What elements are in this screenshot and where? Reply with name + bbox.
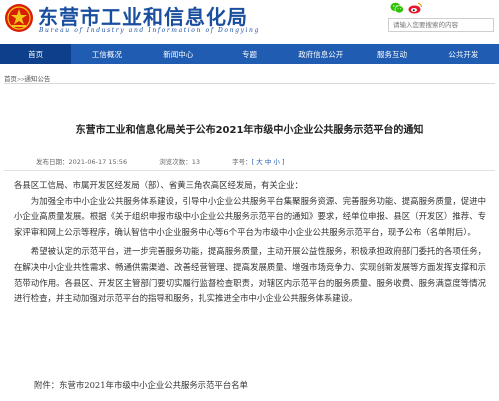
nav-item-interaction[interactable]: 服务互动	[356, 44, 427, 64]
breadcrumb-home-link[interactable]: 首页	[4, 75, 17, 83]
nav-item-public-dev[interactable]: 公共开发	[428, 44, 499, 64]
publish-date-label: 发布日期：	[36, 158, 69, 166]
publish-date: 2021-06-17 15:56	[68, 158, 128, 166]
nav-item-news[interactable]: 新闻中心	[143, 44, 214, 64]
nav-item-topics[interactable]: 专题	[214, 44, 285, 64]
article-paragraph-1: 为加强全市中小企业公共服务体系建设，引导中小企业公共服务平台集聚服务资源、完善服…	[14, 195, 486, 237]
weibo-icon[interactable]	[408, 2, 423, 14]
emblem-icon[interactable]	[4, 3, 34, 33]
wechat-icon[interactable]	[390, 2, 404, 14]
site-header: 东营市工业和信息化局 Bureau of Industry and Inform…	[0, 0, 499, 44]
breadcrumb-current-link[interactable]: 通知公告	[24, 75, 50, 83]
article-body: 各县区工信局、市属开发区经发局（部）、省黄三角农高区经发局，有关企业： 为加强全…	[14, 178, 486, 307]
font-size-label: 字号：	[232, 158, 252, 166]
font-size-options[interactable]: [ 大 中 小 ]	[252, 158, 285, 166]
article-meta: 发布日期：2021-06-17 15:56 浏览次数：13 字号：[ 大 中 小…	[36, 156, 285, 166]
nav-item-home[interactable]: 首页	[0, 44, 72, 64]
breadcrumb-divider	[4, 83, 495, 84]
article-paragraph-2: 希望被认定的示范平台，进一步完善服务功能，提高服务质量，主动开展公益性服务，积极…	[14, 246, 486, 304]
nav-item-overview[interactable]: 工信概况	[71, 44, 142, 64]
site-subtitle: Bureau of Industry and Information of Do…	[39, 27, 260, 34]
nav-item-gov-info[interactable]: 政府信息公开	[285, 44, 356, 64]
attachment-link[interactable]: 附件：东营市2021年市级中小企业公共服务示范平台名单	[34, 379, 248, 391]
article-salutation: 各县区工信局、市属开发区经发局（部）、省黄三角农高区经发局，有关企业：	[14, 180, 303, 190]
breadcrumb: 首页>>通知公告	[4, 73, 50, 83]
views-count: 13	[191, 158, 201, 166]
article-title: 东营市工业和信息化局关于公布2021年市级中小企业公共服务示范平台的通知	[75, 125, 424, 136]
site-title[interactable]: 东营市工业和信息化局	[38, 1, 248, 30]
meta-divider	[4, 170, 495, 171]
main-nav: 首页 工信概况 新闻中心 专题 政府信息公开 服务互动 公共开发	[0, 44, 499, 64]
views-label: 浏览次数：	[159, 158, 192, 166]
search-input[interactable]	[388, 18, 494, 32]
